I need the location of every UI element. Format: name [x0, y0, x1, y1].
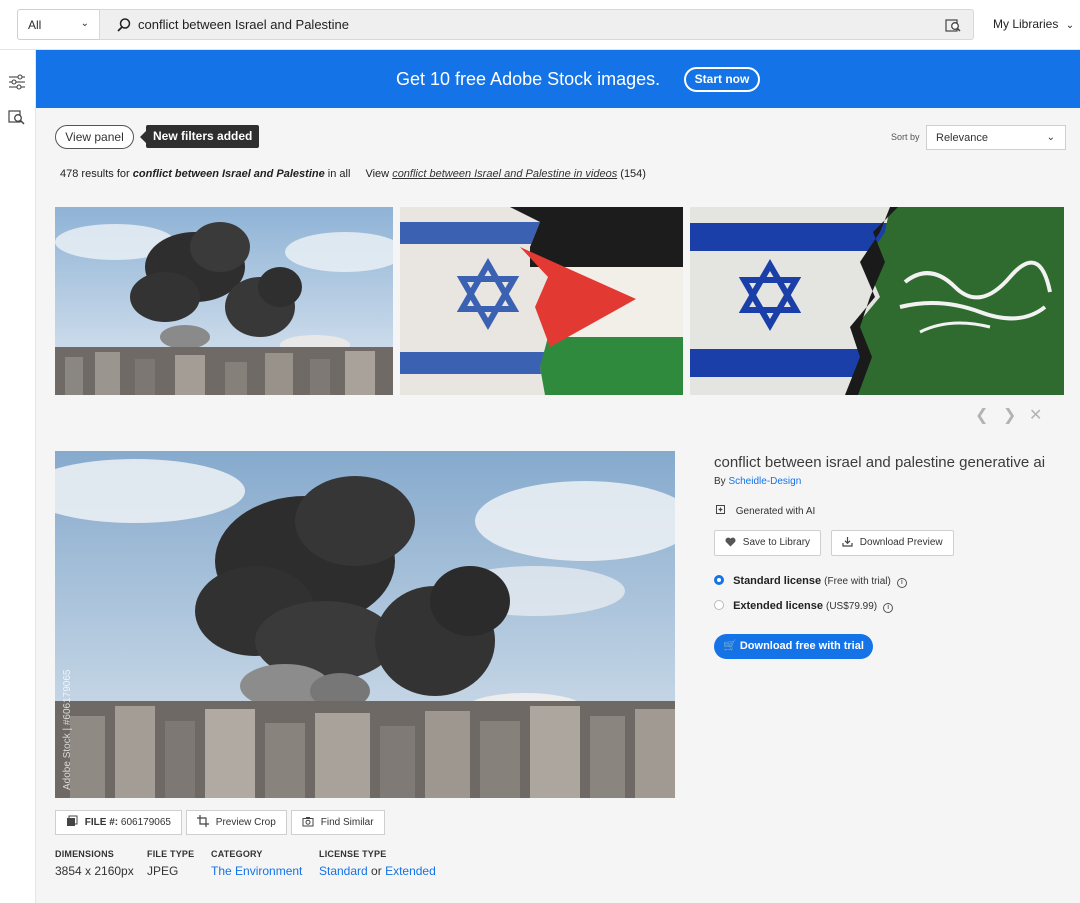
results-summary: 478 results for conflict between Israel …: [60, 168, 646, 180]
thumbnail-israel-hamas-flags[interactable]: [690, 207, 1064, 395]
download-icon: [842, 537, 853, 547]
top-search-bar: All ⌄ My Libraries ⌄: [0, 0, 1080, 50]
visual-search-icon[interactable]: [8, 108, 26, 126]
smoke-city-large-image: [55, 451, 675, 798]
asset-title: conflict between israel and palestine ge…: [714, 454, 1046, 471]
ai-sparkle-icon: [716, 505, 725, 514]
license-type-label: LICENSE TYPE: [319, 849, 387, 859]
find-similar-label: Find Similar: [320, 817, 374, 828]
search-scope-select[interactable]: All ⌄: [17, 9, 100, 40]
extended-license-option[interactable]: Extended license (US$79.99) i: [714, 600, 894, 613]
info-icon[interactable]: i: [896, 578, 907, 588]
search-input[interactable]: [138, 10, 918, 39]
file-number-button[interactable]: FILE #: 606179065: [55, 810, 182, 835]
visual-search-icon[interactable]: [945, 17, 961, 33]
standard-license-radio[interactable]: [714, 575, 724, 585]
find-similar-button[interactable]: Find Similar: [291, 810, 385, 835]
previous-arrow-icon[interactable]: ❮: [975, 405, 988, 425]
download-free-trial-label: Download free with trial: [739, 640, 864, 652]
category-label: CATEGORY: [211, 849, 263, 859]
my-libraries-label: My Libraries: [993, 17, 1059, 31]
category-link[interactable]: The Environment: [211, 864, 302, 878]
israel-palestine-flags-image: [400, 207, 683, 395]
promo-text: Get 10 free Adobe Stock images.: [396, 69, 661, 89]
close-icon[interactable]: ✕: [1029, 405, 1042, 425]
download-preview-button[interactable]: Download Preview: [831, 530, 954, 556]
file-number-value: 606179065: [120, 817, 171, 828]
chevron-down-icon: ⌄: [1046, 132, 1055, 143]
file-number-label: FILE #:: [84, 817, 119, 828]
license-type-value: Standard or Extended: [319, 864, 436, 878]
israel-hamas-flags-image: [690, 207, 1064, 395]
heart-icon: [725, 537, 736, 547]
file-type-value: JPEG: [147, 864, 179, 878]
view-label: View: [365, 168, 390, 180]
generated-with-ai-text: Generated with AI: [735, 506, 816, 517]
license-or-text: or: [371, 864, 382, 878]
results-count: 478 results for: [60, 168, 130, 180]
extended-license-label: Extended license: [733, 600, 823, 612]
dimensions-value: 3854 x 2160px: [55, 864, 134, 878]
sort-value: Relevance: [936, 132, 988, 144]
sort-by-label: Sort by: [891, 132, 920, 142]
copy-icon: [67, 815, 78, 826]
category-meta: CATEGORY The Environment: [211, 849, 302, 878]
standard-license-note: (Free with trial): [824, 576, 891, 587]
download-free-trial-button[interactable]: 🛒 Download free with trial: [714, 634, 873, 659]
chevron-down-icon: ⌄: [1065, 20, 1075, 31]
view-panel-button[interactable]: View panel: [55, 125, 134, 149]
chevron-down-icon: ⌄: [80, 18, 89, 29]
smoke-city-image: [55, 207, 393, 395]
standard-license-label: Standard license: [733, 575, 822, 587]
search-scope-value: All: [28, 18, 42, 32]
search-icon[interactable]: [116, 17, 132, 33]
extended-license-price: (US$79.99): [826, 601, 878, 612]
extended-license-link[interactable]: Extended: [385, 864, 436, 878]
by-label: By: [714, 476, 726, 487]
dimensions-label: DIMENSIONS: [55, 849, 115, 859]
new-filters-tooltip: New filters added: [139, 125, 260, 148]
cart-icon: 🛒: [723, 640, 737, 652]
watermark-text: Adobe Stock | #606179065: [62, 669, 73, 790]
my-libraries-menu[interactable]: My Libraries ⌄: [993, 17, 1074, 31]
thumbnail-israel-palestine-flags[interactable]: [400, 207, 683, 395]
search-box: [99, 9, 974, 40]
next-arrow-icon[interactable]: ❯: [1003, 405, 1016, 425]
start-now-button[interactable]: Start now: [684, 67, 760, 92]
preview-crop-label: Preview Crop: [215, 817, 276, 828]
save-to-library-label: Save to Library: [742, 537, 811, 548]
results-in-all: in all: [327, 168, 351, 180]
standard-license-link[interactable]: Standard: [319, 864, 368, 878]
crop-icon: [197, 815, 209, 827]
download-preview-label: Download Preview: [859, 537, 943, 548]
author-link[interactable]: Scheidle-Design: [728, 476, 801, 487]
thumbnail-smoke-city[interactable]: [55, 207, 393, 395]
save-to-library-button[interactable]: Save to Library: [714, 530, 822, 556]
extended-license-radio[interactable]: [714, 600, 724, 610]
detail-image: [55, 451, 675, 798]
videos-link[interactable]: conflict between Israel and Palestine in…: [392, 168, 617, 180]
file-type-label: FILE TYPE: [147, 849, 195, 859]
preview-crop-button[interactable]: Preview Crop: [186, 810, 287, 835]
file-type-meta: FILE TYPE JPEG: [147, 849, 194, 878]
filters-icon[interactable]: [8, 73, 26, 91]
license-type-meta: LICENSE TYPE Standard or Extended: [319, 849, 436, 878]
promo-banner: Get 10 free Adobe Stock images. Start no…: [36, 50, 1080, 108]
info-icon[interactable]: i: [883, 603, 894, 613]
sort-select[interactable]: Relevance ⌄: [926, 125, 1066, 150]
camera-icon: [302, 817, 314, 827]
dimensions-meta: DIMENSIONS 3854 x 2160px: [55, 849, 134, 878]
left-rail: [0, 50, 36, 903]
category-value-wrap: The Environment: [211, 864, 302, 878]
standard-license-option[interactable]: Standard license (Free with trial) i: [714, 575, 907, 588]
video-count: (154): [620, 168, 646, 180]
results-query: conflict between Israel and Palestine: [132, 168, 325, 180]
author-line: By Scheidle-Design: [714, 476, 801, 487]
generated-with-ai-label: Generated with AI: [714, 503, 815, 517]
